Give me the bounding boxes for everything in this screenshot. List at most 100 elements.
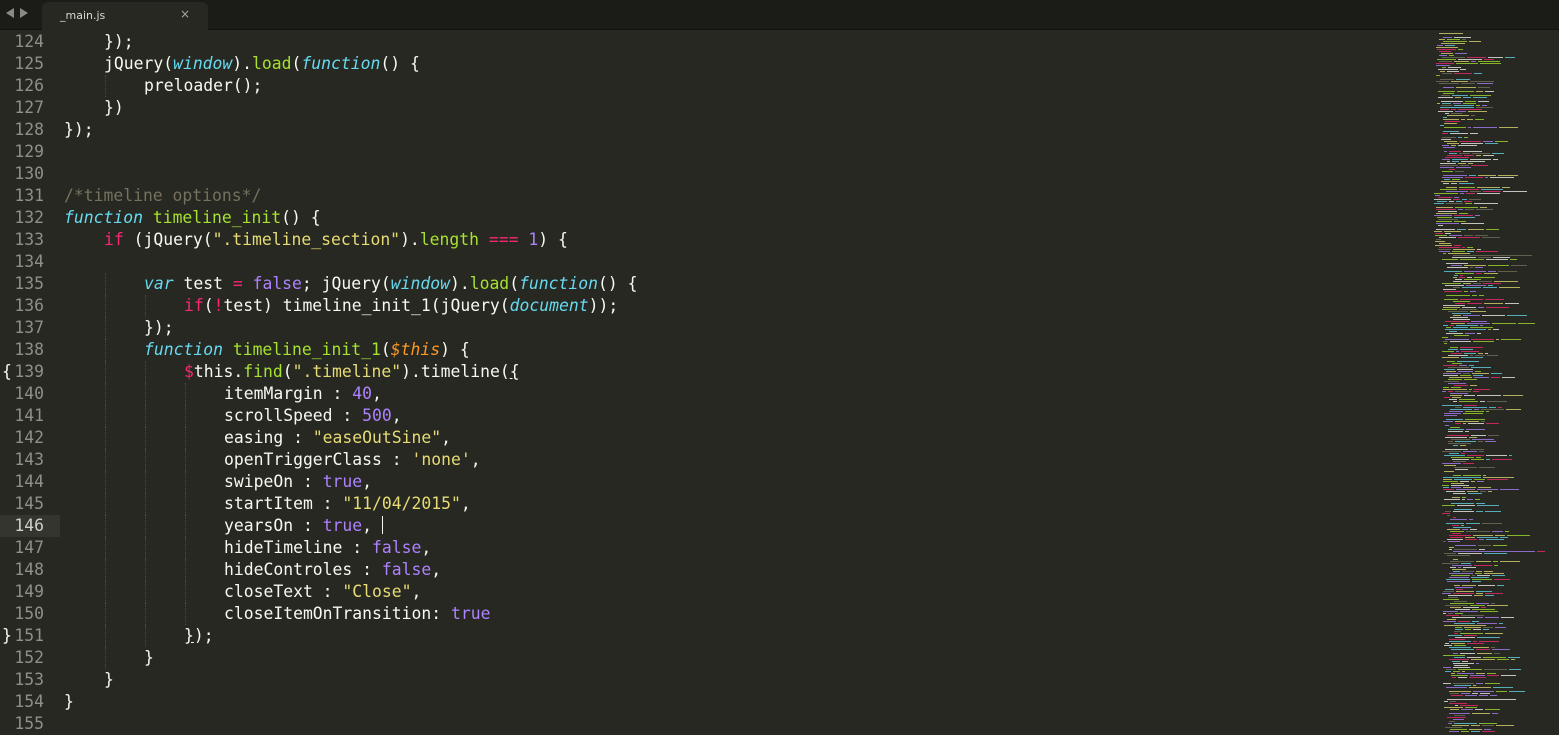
minimap-code-line xyxy=(1461,525,1464,526)
minimap-code-line xyxy=(1459,189,1479,190)
code-line[interactable]: 131 /*timeline options*/ xyxy=(0,185,1430,207)
minimap-code-line xyxy=(1453,461,1466,462)
code-line[interactable]: 146 yearsOn : true, xyxy=(0,515,1430,537)
minimap-code-line xyxy=(1483,657,1506,658)
minimap-code-line xyxy=(1473,629,1481,630)
code-line[interactable]: 129 xyxy=(0,141,1430,163)
minimap-code-line xyxy=(1470,355,1473,356)
code-line[interactable]: 149 closeText : "Close", xyxy=(0,581,1430,603)
code-line[interactable]: 130 xyxy=(0,163,1430,185)
minimap-code-line xyxy=(1442,391,1446,392)
code-line[interactable]: 145 startItem : "11/04/2015", xyxy=(0,493,1430,515)
minimap-code-line xyxy=(1442,73,1452,74)
minimap-code-line xyxy=(1444,625,1486,626)
minimap-code-line xyxy=(1446,687,1467,688)
minimap-code-line xyxy=(1453,671,1460,672)
minimap-code-line xyxy=(1443,387,1449,388)
minimap-code-line xyxy=(1465,411,1484,412)
minimap-code-line xyxy=(1449,577,1469,578)
minimap-code-line xyxy=(1445,727,1462,728)
minimap-code-line xyxy=(1486,229,1499,230)
code-line[interactable]: 124}); xyxy=(0,31,1430,53)
code-line[interactable]: 144 swipeOn : true, xyxy=(0,471,1430,493)
minimap-code-line xyxy=(1449,201,1454,202)
minimap-code-line xyxy=(1448,723,1452,724)
minimap-code-line xyxy=(1440,79,1454,80)
minimap-code-line xyxy=(1453,103,1461,104)
minimap-code-line xyxy=(1497,659,1509,660)
code-line[interactable]: 126 preloader(); xyxy=(0,75,1430,97)
code-token: () { xyxy=(598,274,638,293)
code-line[interactable]: 152} xyxy=(0,647,1430,669)
code-line[interactable]: 133 if (jQuery(".timeline_section").lengt… xyxy=(0,229,1430,251)
minimap[interactable] xyxy=(1430,31,1559,735)
code-line[interactable]: 137}); xyxy=(0,317,1430,339)
minimap-code-line xyxy=(1485,617,1499,618)
minimap-code-line xyxy=(1443,541,1446,542)
code-line[interactable]: 132 function timeline_init() { xyxy=(0,207,1430,229)
code-line[interactable]: 135 var test = false; jQuery(window).load… xyxy=(0,273,1430,295)
minimap-code-line xyxy=(1460,259,1484,260)
minimap-code-line xyxy=(1447,71,1459,72)
minimap-code-line xyxy=(1446,203,1463,204)
code-line[interactable]: 128}); xyxy=(0,119,1430,141)
code-line[interactable]: 127}) xyxy=(0,97,1430,119)
code-editor[interactable]: 124}); 125 jQuery(window).load(function() … xyxy=(0,31,1430,735)
indent-guide xyxy=(145,515,147,537)
minimap-code-line xyxy=(1443,183,1449,184)
code-line[interactable]: 151}}); xyxy=(0,625,1430,647)
minimap-code-line xyxy=(1461,83,1475,84)
minimap-code-line xyxy=(1493,545,1507,546)
code-line[interactable]: 125 jQuery(window).load(function() { xyxy=(0,53,1430,75)
minimap-code-line xyxy=(1451,675,1468,676)
minimap-code-line xyxy=(1473,375,1483,376)
minimap-code-line xyxy=(1452,497,1460,498)
minimap-code-line xyxy=(1496,339,1499,340)
code-line[interactable]: 150 closeItemOnTransition: true xyxy=(0,603,1430,625)
minimap-code-line xyxy=(1443,621,1456,622)
close-tab-icon[interactable]: × xyxy=(180,7,190,21)
code-line[interactable]: 143 openTriggerClass : 'none', xyxy=(0,449,1430,471)
minimap-code-line xyxy=(1486,423,1499,424)
minimap-code-line xyxy=(1448,441,1453,442)
minimap-code-line xyxy=(1480,63,1501,64)
code-line[interactable]: 136 if(!test) timeline_init_1(jQuery(docu… xyxy=(0,295,1430,317)
tab-forward-arrow-icon[interactable] xyxy=(20,8,28,18)
code-line[interactable]: 147 hideTimeline : false, xyxy=(0,537,1430,559)
minimap-code-line xyxy=(1472,295,1477,296)
code-line[interactable]: 134 xyxy=(0,251,1430,273)
minimap-code-line xyxy=(1450,519,1467,520)
minimap-code-line xyxy=(1439,39,1445,40)
indent-guide xyxy=(145,361,147,383)
minimap-code-line xyxy=(1495,141,1508,142)
code-line[interactable]: 140 itemMargin : 40, xyxy=(0,383,1430,405)
code-token: /*timeline options*/ xyxy=(64,186,262,205)
code-line[interactable]: 138 function timeline_init_1($this) { xyxy=(0,339,1430,361)
minimap-code-line xyxy=(1447,717,1466,718)
minimap-code-line xyxy=(1473,691,1494,692)
code-line[interactable]: 153} xyxy=(0,669,1430,691)
minimap-code-line xyxy=(1463,315,1480,316)
minimap-code-line xyxy=(1444,369,1455,370)
minimap-code-line xyxy=(1450,347,1458,348)
minimap-code-line xyxy=(1485,683,1500,684)
minimap-code-line xyxy=(1505,303,1519,304)
code-line[interactable]: 139{$this.find(".timeline").timeline({ xyxy=(0,361,1430,383)
file-tab-main-js[interactable]: _main.js × xyxy=(42,2,208,30)
minimap-code-line xyxy=(1436,81,1449,82)
code-line[interactable]: 155 xyxy=(0,713,1430,735)
minimap-code-line xyxy=(1463,407,1487,408)
tab-back-arrow-icon[interactable] xyxy=(6,8,14,18)
code-token: closeItemOnTransition: xyxy=(224,604,451,623)
minimap-code-line xyxy=(1503,395,1523,396)
code-token: , xyxy=(362,472,373,491)
line-number: 124 xyxy=(14,32,44,51)
minimap-code-line xyxy=(1469,729,1482,730)
code-line[interactable]: 142 easing : "easeOutSine", xyxy=(0,427,1430,449)
code-text: startItem : "11/04/2015", xyxy=(224,493,471,515)
minimap-code-line xyxy=(1447,39,1460,40)
code-line[interactable]: 154} xyxy=(0,691,1430,713)
code-line[interactable]: 148 hideControles : false, xyxy=(0,559,1430,581)
minimap-code-line xyxy=(1451,649,1474,650)
code-line[interactable]: 141 scrollSpeed : 500, xyxy=(0,405,1430,427)
